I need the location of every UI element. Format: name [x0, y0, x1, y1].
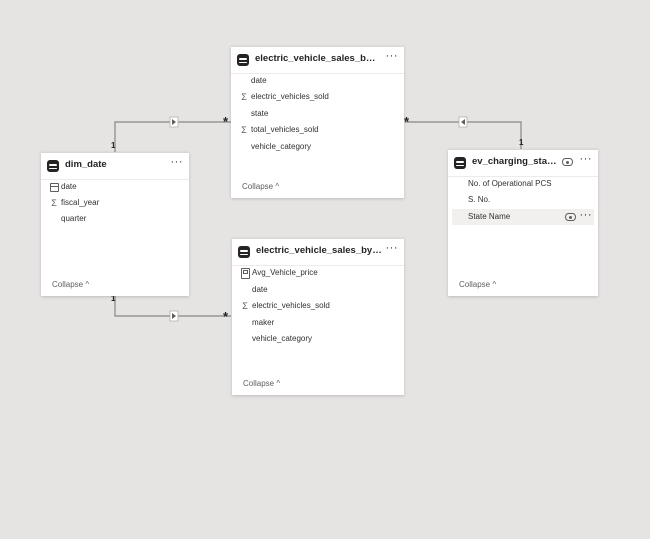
more-options-icon[interactable]: ···: [171, 156, 184, 168]
filter-direction-arrow-head: [172, 313, 176, 319]
table-icon: [454, 157, 466, 169]
relationship-line-charging-state: [405, 121, 522, 149]
filter-direction-arrow: [458, 116, 468, 128]
field-row[interactable]: vehicle_category: [236, 331, 400, 347]
field-row[interactable]: quarter: [45, 211, 185, 227]
field-row[interactable]: S. No.: [452, 192, 594, 208]
table-card-header[interactable]: ev_charging_stations ···: [448, 150, 598, 177]
field-row[interactable]: date: [236, 282, 400, 298]
eye-icon[interactable]: [565, 213, 576, 221]
more-options-icon[interactable]: ···: [386, 242, 399, 254]
field-row[interactable]: Avg_Vehicle_price: [236, 265, 400, 281]
field-name: electric_vehicles_sold: [251, 92, 329, 101]
field-row[interactable]: Σ fiscal_year: [45, 195, 185, 211]
field-name: quarter: [61, 214, 87, 223]
more-options-icon[interactable]: ···: [580, 207, 593, 223]
cardinality-one: 1: [519, 138, 524, 147]
field-name: Avg_Vehicle_price: [252, 268, 318, 277]
field-row-hovered[interactable]: State Name ···: [452, 209, 594, 225]
field-name: No. of Operational PCS: [468, 179, 552, 188]
field-row[interactable]: maker: [236, 315, 400, 331]
collapse-button[interactable]: Collapse ^: [243, 379, 280, 388]
table-card-ev-sales-by-state[interactable]: electric_vehicle_sales_by_state ··· date…: [231, 46, 404, 198]
table-title: ev_charging_stations: [472, 156, 558, 167]
relationship-line-date-state: [114, 121, 231, 152]
sigma-icon: Σ: [241, 125, 247, 135]
field-name: maker: [252, 318, 275, 327]
field-name: State Name: [468, 212, 511, 221]
field-name: total_vehicles_sold: [251, 125, 319, 134]
calculator-icon: [241, 268, 250, 279]
table-card-header[interactable]: dim_date ···: [41, 153, 189, 180]
more-options-icon[interactable]: ···: [580, 153, 593, 165]
field-row[interactable]: Σ total_vehicles_sold: [235, 122, 400, 138]
filter-direction-arrow: [169, 310, 179, 322]
field-name: date: [252, 285, 268, 294]
collapse-button[interactable]: Collapse ^: [52, 280, 89, 289]
field-name: state: [251, 109, 269, 118]
filter-direction-arrow: [169, 116, 179, 128]
field-name: date: [61, 182, 77, 191]
collapse-button[interactable]: Collapse ^: [242, 182, 279, 191]
table-card-header[interactable]: electric_vehicle_sales_by_state ···: [231, 47, 404, 74]
field-row[interactable]: Σ electric_vehicles_sold: [236, 298, 400, 314]
field-name: vehicle_category: [252, 334, 313, 343]
field-name: date: [251, 76, 267, 85]
cardinality-one: 1: [111, 141, 116, 150]
table-title: electric_vehicle_sales_by_mak...: [256, 245, 382, 256]
calendar-icon: [50, 183, 59, 192]
table-card-ev-charging-stations[interactable]: ev_charging_stations ··· No. of Operatio…: [448, 149, 598, 296]
table-card-header[interactable]: electric_vehicle_sales_by_mak... ···: [232, 239, 404, 266]
table-title: dim_date: [65, 159, 107, 170]
filter-direction-arrow-head: [172, 119, 176, 125]
field-name: S. No.: [468, 195, 491, 204]
relationship-line-date-maker: [114, 296, 231, 317]
table-icon: [238, 246, 250, 258]
cardinality-many: *: [404, 114, 410, 129]
cardinality-many: *: [223, 114, 229, 129]
sigma-icon: Σ: [241, 92, 247, 102]
sigma-icon: Σ: [242, 301, 248, 311]
field-name: electric_vehicles_sold: [252, 301, 330, 310]
table-title: electric_vehicle_sales_by_state: [255, 53, 380, 64]
field-name: fiscal_year: [61, 198, 100, 207]
field-row[interactable]: date: [45, 179, 185, 195]
field-row[interactable]: Σ electric_vehicles_sold: [235, 89, 400, 105]
field-row[interactable]: vehicle_category: [235, 139, 400, 155]
field-row[interactable]: No. of Operational PCS: [452, 176, 594, 192]
eye-icon[interactable]: [562, 158, 573, 166]
model-view-canvas[interactable]: 1 * 1 * 1 * dim_date ··· date Σ fiscal_y…: [0, 0, 650, 539]
table-icon: [47, 160, 59, 172]
filter-direction-arrow-head: [461, 119, 465, 125]
table-card-dim-date[interactable]: dim_date ··· date Σ fiscal_year quarter …: [41, 152, 189, 296]
more-options-icon[interactable]: ···: [386, 50, 399, 62]
field-row[interactable]: date: [235, 73, 400, 89]
field-row[interactable]: state: [235, 106, 400, 122]
cardinality-many: *: [223, 309, 229, 324]
sigma-icon: Σ: [51, 198, 57, 208]
collapse-button[interactable]: Collapse ^: [459, 280, 496, 289]
table-card-ev-sales-by-maker[interactable]: electric_vehicle_sales_by_mak... ··· Avg…: [232, 238, 404, 395]
table-icon: [237, 54, 249, 66]
field-name: vehicle_category: [251, 142, 312, 151]
